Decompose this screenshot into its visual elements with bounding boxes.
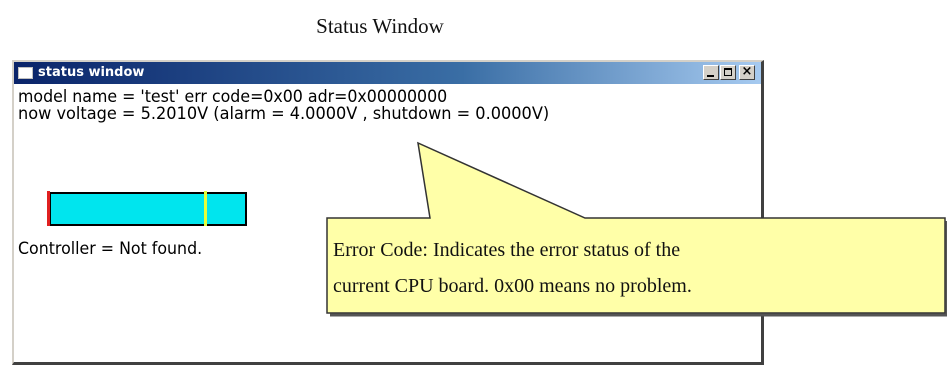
callout-text: Error Code: Indicates the error status o…	[333, 232, 945, 304]
callout-line-1: Error Code: Indicates the error status o…	[333, 239, 681, 261]
callout-line-2: current CPU board. 0x00 means no problem…	[333, 275, 692, 297]
error-code-callout	[326, 141, 947, 317]
